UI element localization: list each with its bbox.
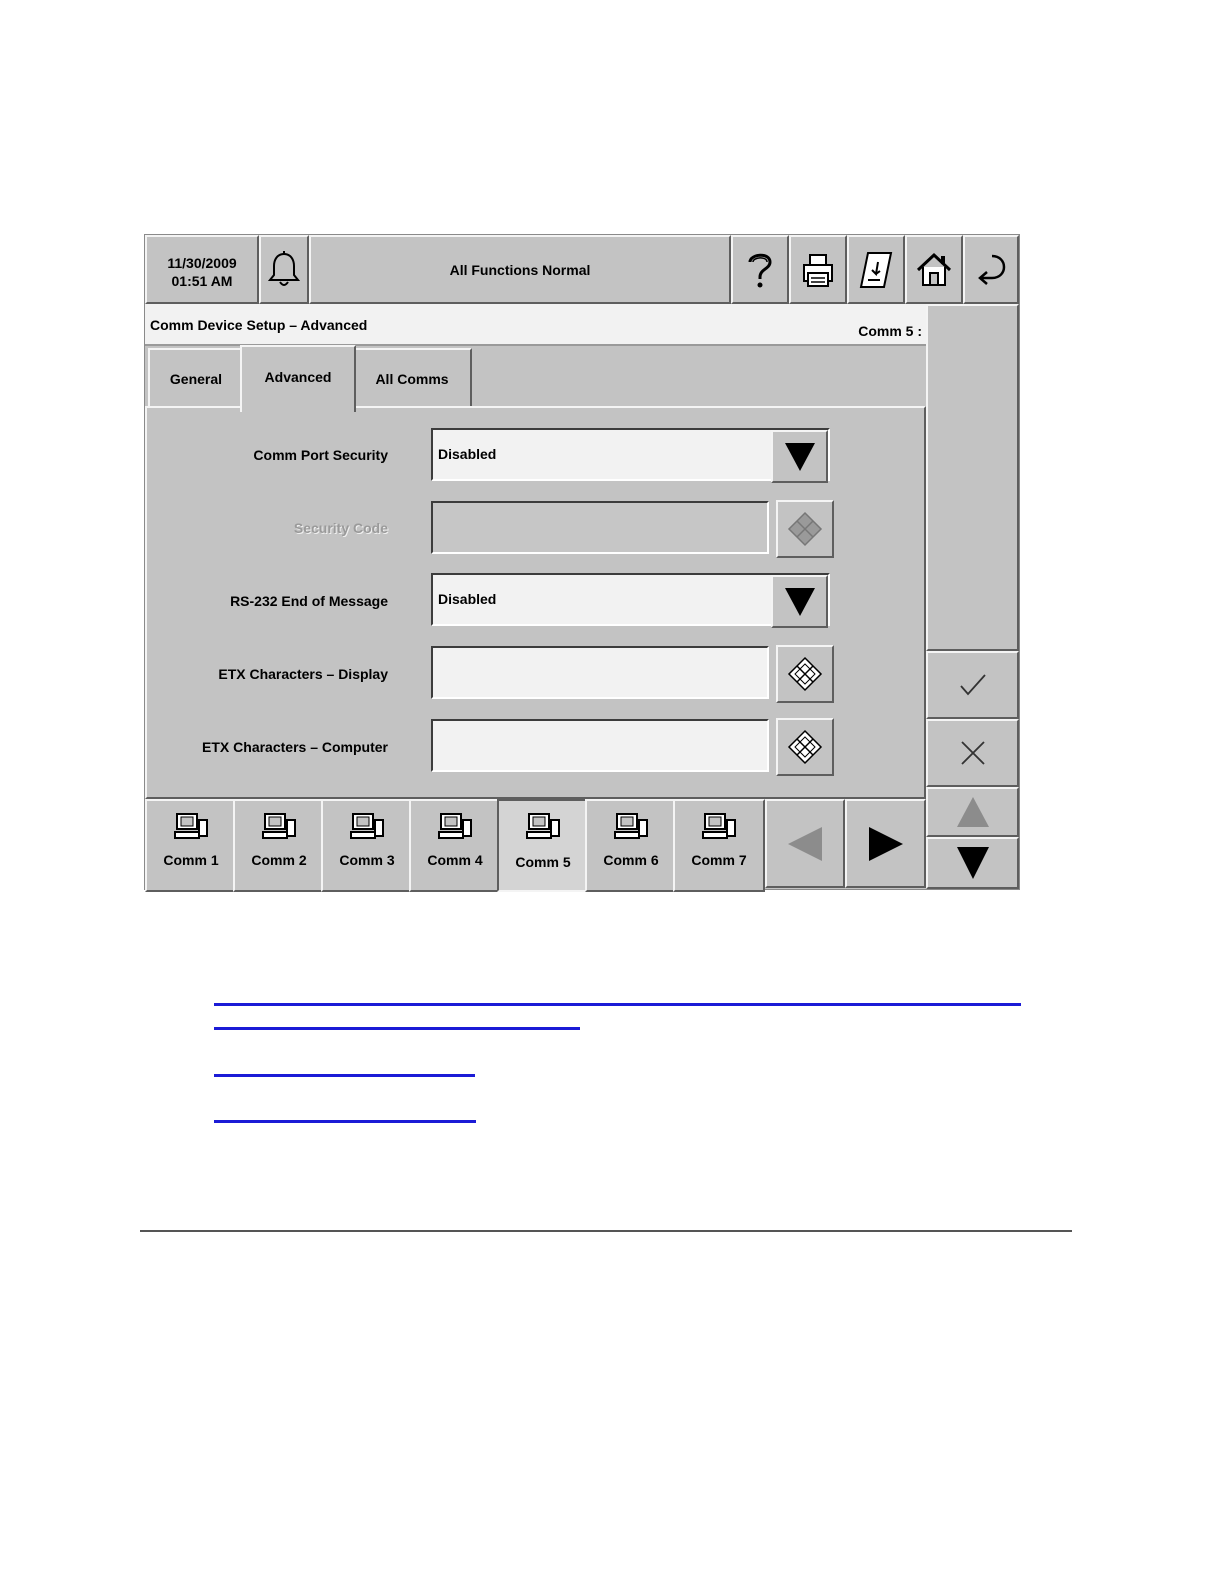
next-page-button[interactable] [845, 799, 926, 888]
rs232-end-of-message-dropdown-button[interactable] [771, 575, 828, 628]
bell-icon [267, 250, 301, 286]
alarm-button[interactable] [259, 235, 309, 304]
right-side-panel [926, 304, 1019, 651]
comm-5-button[interactable]: Comm 5 [497, 799, 589, 892]
tab-all-comms-label: All Comms [375, 371, 449, 387]
comm-1-button[interactable]: Comm 1 [145, 799, 237, 892]
console-screen: 11/30/2009 01:51 AM All Functions Normal [144, 234, 1020, 892]
comm-port-security-label: Comm Port Security [253, 447, 388, 463]
document-link-3[interactable] [214, 1120, 476, 1123]
keypad-icon [787, 511, 823, 547]
previous-page-button [765, 799, 845, 888]
close-icon [960, 741, 985, 765]
triangle-up-icon [956, 797, 989, 827]
chevron-down-icon [784, 442, 815, 471]
security-code-label: Security Code [293, 520, 388, 536]
tab-all-comms[interactable]: All Comms [352, 348, 472, 412]
scroll-up-button[interactable] [926, 787, 1019, 837]
comm-6-label: Comm 6 [603, 852, 659, 868]
computer-icon [262, 813, 296, 839]
computer-icon [614, 813, 648, 839]
computer-icon [350, 813, 384, 839]
keypad-icon [787, 656, 823, 692]
etx-computer-label: ETX Characters – Computer [202, 739, 388, 755]
comm-7-label: Comm 7 [691, 852, 747, 868]
printer-icon [803, 253, 833, 287]
check-icon [959, 674, 986, 696]
comm-2-label: Comm 2 [251, 852, 307, 868]
date-time-display: 11/30/2009 01:51 AM [145, 235, 259, 304]
printer-button[interactable] [789, 235, 847, 304]
date-text: 11/30/2009 [167, 255, 237, 271]
report-icon [859, 251, 893, 288]
document-link-1a[interactable] [214, 1003, 1021, 1006]
computer-icon [702, 813, 736, 839]
etx-display-keypad-button[interactable] [776, 645, 834, 703]
page-divider [140, 1230, 1072, 1232]
computer-icon [526, 813, 560, 839]
rs232-end-of-message-value: Disabled [438, 591, 497, 607]
computer-icon [174, 813, 208, 839]
comm-4-label: Comm 4 [427, 852, 483, 868]
comm-port-security-value: Disabled [438, 446, 497, 462]
comm-indicator: Comm 5 : [858, 323, 922, 339]
document-link-1b[interactable] [214, 1027, 580, 1030]
question-mark-icon [748, 253, 772, 287]
home-icon [916, 252, 952, 286]
advanced-settings-panel: Comm Port Security Disabled Security Cod… [145, 406, 926, 799]
scroll-down-button[interactable] [926, 837, 1019, 889]
time-text: 01:51 AM [171, 273, 233, 289]
tab-general[interactable]: General [148, 348, 244, 412]
tab-general-label: General [169, 371, 223, 387]
security-code-keypad-button [776, 500, 834, 558]
screen-title-bar: Comm Device Setup – Advanced Comm 5 : [145, 304, 926, 346]
help-button[interactable] [731, 235, 789, 304]
comm-6-button[interactable]: Comm 6 [585, 799, 677, 892]
etx-computer-keypad-button[interactable] [776, 718, 834, 776]
return-arrow-icon [978, 254, 1006, 285]
report-button[interactable] [847, 235, 905, 304]
comm-2-button[interactable]: Comm 2 [233, 799, 325, 892]
comm-4-button[interactable]: Comm 4 [409, 799, 501, 892]
triangle-left-icon [788, 826, 822, 861]
rs232-end-of-message-dropdown[interactable]: Disabled [431, 573, 830, 628]
screen-title: Comm Device Setup – Advanced [150, 317, 368, 333]
tab-advanced-label: Advanced [264, 369, 332, 385]
tab-advanced[interactable]: Advanced [240, 345, 356, 412]
etx-display-label: ETX Characters – Display [218, 666, 388, 682]
comm-5-label: Comm 5 [515, 854, 571, 870]
comm-port-security-dropdown[interactable]: Disabled [431, 428, 830, 483]
back-button[interactable] [963, 235, 1019, 304]
rs232-end-of-message-label: RS-232 End of Message [230, 593, 388, 609]
document-link-2[interactable] [214, 1074, 475, 1077]
security-code-input [431, 501, 769, 554]
home-button[interactable] [905, 235, 963, 304]
ok-button[interactable] [926, 651, 1019, 719]
system-status-text: All Functions Normal [449, 261, 591, 278]
comm-3-button[interactable]: Comm 3 [321, 799, 413, 892]
triangle-right-icon [868, 826, 903, 861]
keypad-icon [787, 729, 823, 765]
triangle-down-icon [956, 847, 989, 879]
comm-1-label: Comm 1 [163, 852, 219, 868]
comm-7-button[interactable]: Comm 7 [673, 799, 765, 892]
etx-computer-input[interactable] [431, 719, 769, 772]
computer-icon [438, 813, 472, 839]
comm-3-label: Comm 3 [339, 852, 395, 868]
comm-port-security-dropdown-button[interactable] [771, 430, 828, 483]
cancel-button[interactable] [926, 719, 1019, 787]
chevron-down-icon [784, 587, 815, 616]
etx-display-input[interactable] [431, 646, 769, 699]
system-status-bar: All Functions Normal [309, 235, 731, 304]
